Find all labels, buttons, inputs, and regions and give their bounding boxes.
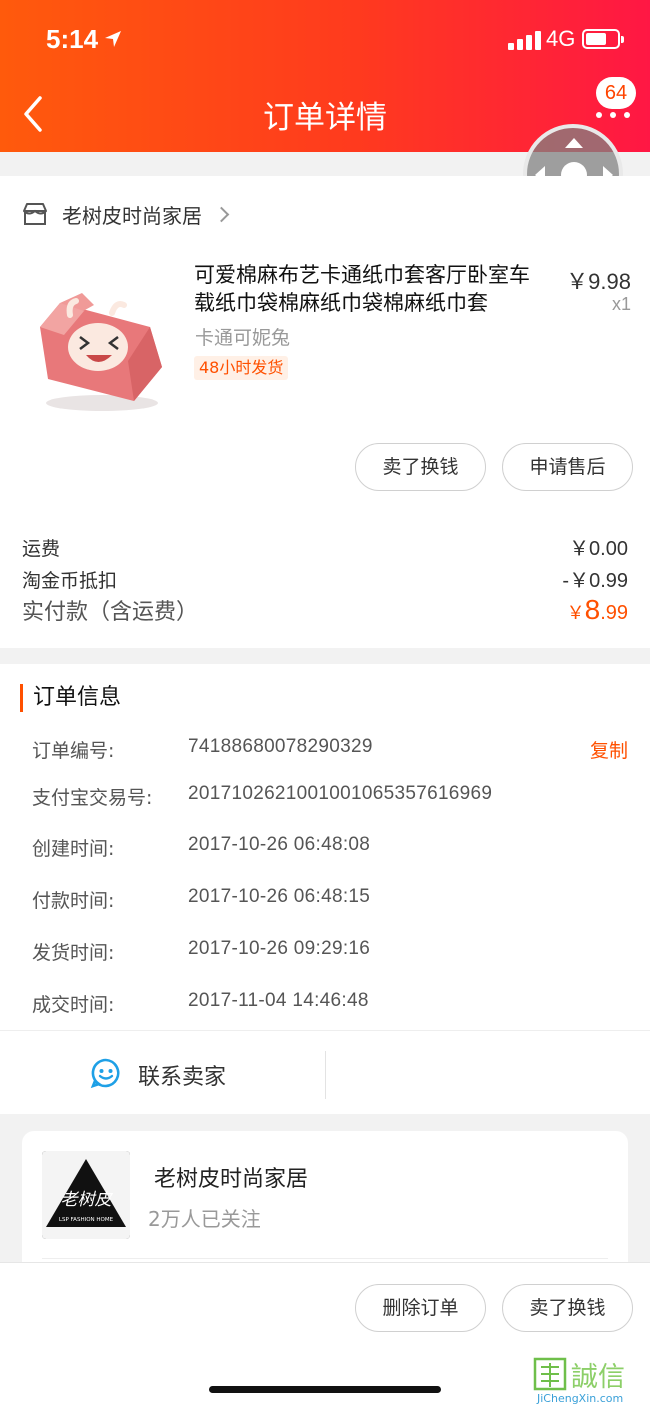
coin-discount-value: -￥0.99: [562, 570, 628, 592]
created-time-row: 创建时间: 2017-10-26 06:48:08: [32, 834, 628, 864]
signal-icon: [508, 30, 542, 50]
battery-icon: [582, 29, 624, 49]
store-name: 老树皮时尚家居: [154, 1167, 309, 1192]
info-label: 创建时间:: [32, 838, 115, 860]
sell-button[interactable]: 卖了换钱: [355, 443, 486, 491]
product-title[interactable]: 可爱棉麻布艺卡通纸巾套客厅卧室车载纸巾袋棉麻纸巾袋棉麻纸巾套: [194, 261, 544, 317]
status-time: 5:14: [46, 24, 99, 54]
product-quantity: x1: [611, 294, 631, 314]
shipped-time-value: 2017-10-26 09:29:16: [188, 938, 371, 959]
home-indicator[interactable]: [209, 1386, 441, 1393]
store-logo-subtext: LSP FASHION HOME: [59, 1217, 114, 1223]
info-label: 发货时间:: [32, 942, 115, 964]
contact-divider: [325, 1051, 326, 1099]
store-icon: [23, 203, 47, 225]
total-paid-label: 实付款（含运费）: [22, 600, 199, 625]
network-label: 4G: [546, 26, 576, 51]
shipping-fee-label: 运费: [22, 538, 61, 560]
info-label: 支付宝交易号:: [32, 787, 153, 809]
chat-smile-icon: [90, 1058, 120, 1089]
total-integer: 8: [584, 594, 601, 625]
shipping-tag: 48小时发货: [194, 356, 289, 380]
created-time-value: 2017-10-26 06:48:08: [188, 834, 371, 855]
store-logo-mark: 老树皮 LSP FASHION HOME: [42, 1151, 130, 1239]
message-badge: 64: [596, 77, 636, 109]
delete-order-button[interactable]: 删除订单: [355, 1284, 486, 1332]
watermark-text: 誠信: [571, 1362, 625, 1393]
watermark-subtext: JiChengXin.com: [536, 1392, 623, 1405]
total-currency: ￥: [566, 603, 585, 623]
store-card[interactable]: 老树皮 LSP FASHION HOME 老树皮时尚家居 2万人已关注: [22, 1131, 628, 1281]
completed-time-row: 成交时间: 2017-11-04 14:46:48: [32, 990, 628, 1020]
total-decimal: .99: [600, 602, 628, 624]
alipay-trade-row: 支付宝交易号: 2017102621001001065357616969: [32, 783, 628, 813]
product-price: ￥9.98: [566, 269, 631, 294]
more-button[interactable]: [596, 108, 632, 122]
total-paid-row: 实付款（含运费） ￥8.99: [22, 594, 628, 626]
after-sales-button[interactable]: 申请售后: [502, 443, 633, 491]
coin-discount-row: 淘金币抵扣 -￥0.99: [22, 564, 628, 593]
alipay-trade-value: 2017102621001001065357616969: [188, 783, 493, 804]
paid-time-value: 2017-10-26 06:48:15: [188, 886, 371, 907]
info-label: 订单编号:: [32, 740, 115, 762]
total-paid-value: ￥8.99: [567, 594, 628, 626]
order-number-row: 订单编号: 74188680078290329 复制: [32, 736, 628, 766]
info-label: 成交时间:: [32, 994, 115, 1016]
paid-time-row: 付款时间: 2017-10-26 06:48:15: [32, 886, 628, 916]
shop-header[interactable]: 老树皮时尚家居: [22, 199, 230, 229]
product-image[interactable]: [24, 275, 174, 415]
store-followers: 2万人已关注: [148, 1207, 261, 1231]
sell-button-bottom[interactable]: 卖了换钱: [502, 1284, 633, 1332]
bottom-action-bar: 删除订单 卖了换钱 誠信 JiChengXin.com: [0, 1262, 650, 1407]
order-number-value: 74188680078290329: [188, 736, 373, 757]
completed-time-value: 2017-11-04 14:46:48: [188, 990, 369, 1011]
shop-name: 老树皮时尚家居: [62, 203, 202, 228]
store-divider: [42, 1258, 608, 1259]
chevron-right-icon: [213, 206, 230, 222]
contact-seller-button[interactable]: 联系卖家: [138, 1059, 226, 1091]
location-arrow-icon: [105, 31, 121, 47]
store-logo-text: 老树皮: [61, 1190, 114, 1210]
shipping-fee-row: 运费 ￥0.00: [22, 532, 628, 561]
order-info-title: 订单信息: [20, 684, 121, 712]
up-arrow-icon: [565, 138, 583, 148]
copy-button[interactable]: 复制: [590, 736, 628, 763]
contact-bar: 联系卖家: [0, 1030, 650, 1114]
product-sku: 卡通可妮兔: [195, 327, 291, 349]
info-label: 付款时间:: [32, 890, 115, 912]
coin-discount-label: 淘金币抵扣: [22, 570, 118, 592]
shipping-fee-value: ￥0.00: [569, 538, 628, 560]
shipped-time-row: 发货时间: 2017-10-26 09:29:16: [32, 938, 628, 968]
watermark-logo: 誠信 JiChengXin.com: [533, 1357, 625, 1405]
store-logo: 老树皮 LSP FASHION HOME: [42, 1151, 130, 1239]
